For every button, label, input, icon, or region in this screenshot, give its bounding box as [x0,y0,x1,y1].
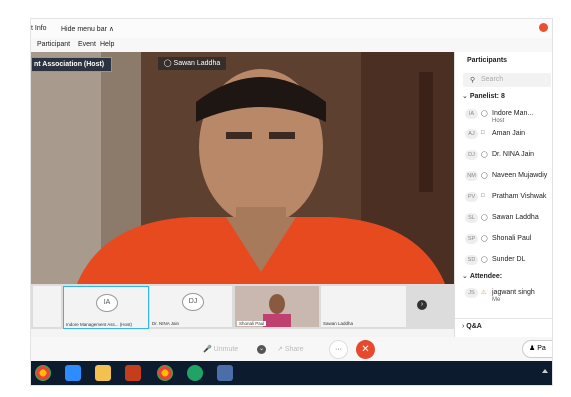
system-tray-arrow-icon[interactable] [542,369,548,373]
attendee-row[interactable]: JS ⚠ jagwant singh Me [455,284,552,304]
panelist-row[interactable]: DJ ◯ Dr. NINA Jain [455,146,552,166]
panelist-row[interactable]: SD ◯ Sunder DL [455,251,552,271]
panelist-row[interactable]: SL ◯ Sawan Laddha [455,209,552,229]
main-video: nt Association (Host) ◯ Sawan Laddha [31,52,454,302]
zoom-icon[interactable] [65,365,81,381]
thumbnail-label: Indore Management Ass... (Host) [66,322,133,327]
participants-button[interactable]: ♟ Pa [522,340,552,358]
mic-icon: ◯ [481,257,488,263]
close-icon: ✕ [361,344,370,355]
file-explorer-icon[interactable] [95,365,111,381]
windows-taskbar [31,361,552,385]
warning-icon: ⚠ [481,290,487,296]
person-icon: ♟ [529,345,536,352]
chevron-down-icon[interactable]: ⌄ [257,345,266,354]
chevron-down-icon: ⌄ [462,273,468,280]
microphone-icon: 🎤 [203,346,212,353]
thumbnail-label: Shonali Paul [237,321,267,326]
chevron-down-icon: ⌄ [462,93,468,100]
menu-bar: Participant Event Help [31,38,552,53]
powerpoint-icon[interactable] [125,365,141,381]
panelist-row[interactable]: PV □ Pratham Vishwak [455,188,552,208]
host-label: nt Association (Host) [31,57,112,72]
more-options-button[interactable]: ··· [329,340,348,359]
share-icon: ↗ [277,346,283,353]
leave-meeting-button[interactable]: ✕ [356,340,375,359]
mic-icon: ◯ [163,60,172,67]
webex-window: t Info Hide menu bar ∧ Participant Event… [30,18,553,386]
mic-icon: ◯ [481,111,488,117]
search-icon: ⚲ [470,77,476,84]
close-icon[interactable] [539,23,548,32]
panelist-row[interactable]: AJ □ Aman Jain [455,125,552,145]
next-page-arrow-icon[interactable]: › [417,300,427,310]
thumbnail-strip: IA Indore Management Ass... (Host) DJ Dr… [31,284,454,329]
chrome-icon[interactable] [157,365,173,381]
mic-icon: ◯ [481,173,488,179]
unmute-button[interactable]: 🎤 Unmute [203,343,253,356]
active-speaker-label: ◯ Sawan Laddha [158,57,226,70]
chrome-icon[interactable] [35,365,51,381]
attendees-header[interactable]: ⌄ Attendee: [462,272,502,280]
mic-icon: ◯ [481,236,488,242]
search-input[interactable]: ⚲ Search [463,73,551,87]
panelists-header[interactable]: ⌄ Panelist: 8 [462,92,505,100]
video-icon: □ [481,193,485,199]
thumbnail-dr-nina-jain[interactable]: DJ Dr. NINA Jain [150,286,232,327]
webex-icon[interactable] [187,365,203,381]
participants-title: Participants [467,57,508,64]
app-window-icon[interactable] [217,365,233,381]
qa-section[interactable]: › Q&A [462,323,482,330]
divider [455,318,552,319]
thumbnail-sawan-laddha[interactable]: Sawan Laddha [321,286,406,327]
event-info-link[interactable]: t Info [31,25,47,32]
speaker-video-image [31,52,454,302]
share-button[interactable]: ↗ Share [277,343,315,356]
title-bar: t Info Hide menu bar ∧ [31,19,552,38]
video-icon: □ [481,130,485,136]
thumbnail-label: Dr. NINA Jain [152,321,180,326]
menu-help[interactable]: Help [100,41,114,48]
panelist-row[interactable]: NM ◯ Naveen Mujawdiy [455,167,552,187]
mic-icon: ◯ [481,215,488,221]
panelist-row[interactable]: SP ◯ Shonali Paul [455,230,552,250]
menu-event[interactable]: Event [78,41,96,48]
menu-participant[interactable]: Participant [37,41,70,48]
participants-panel: Participants ⚲ Search ⌄ Panelist: 8 IA ◯ I… [454,52,552,352]
chevron-right-icon: › [462,323,465,330]
thumbnail-host[interactable]: IA Indore Management Ass... (Host) [63,286,149,329]
thumbnail-label: Sawan Laddha [323,321,354,326]
hide-menu-bar-button[interactable]: Hide menu bar ∧ [61,25,114,33]
meeting-controls: 🎤 Unmute ⌄ ↗ Share ··· ✕ ♟ Pa [31,337,552,361]
thumbnail-shonali-paul[interactable]: Shonali Paul [235,286,319,327]
mic-icon: ◯ [481,152,488,158]
panelist-row[interactable]: IA ◯ Indore Man... Host [455,105,552,125]
thumbnail-partial[interactable] [33,286,61,327]
